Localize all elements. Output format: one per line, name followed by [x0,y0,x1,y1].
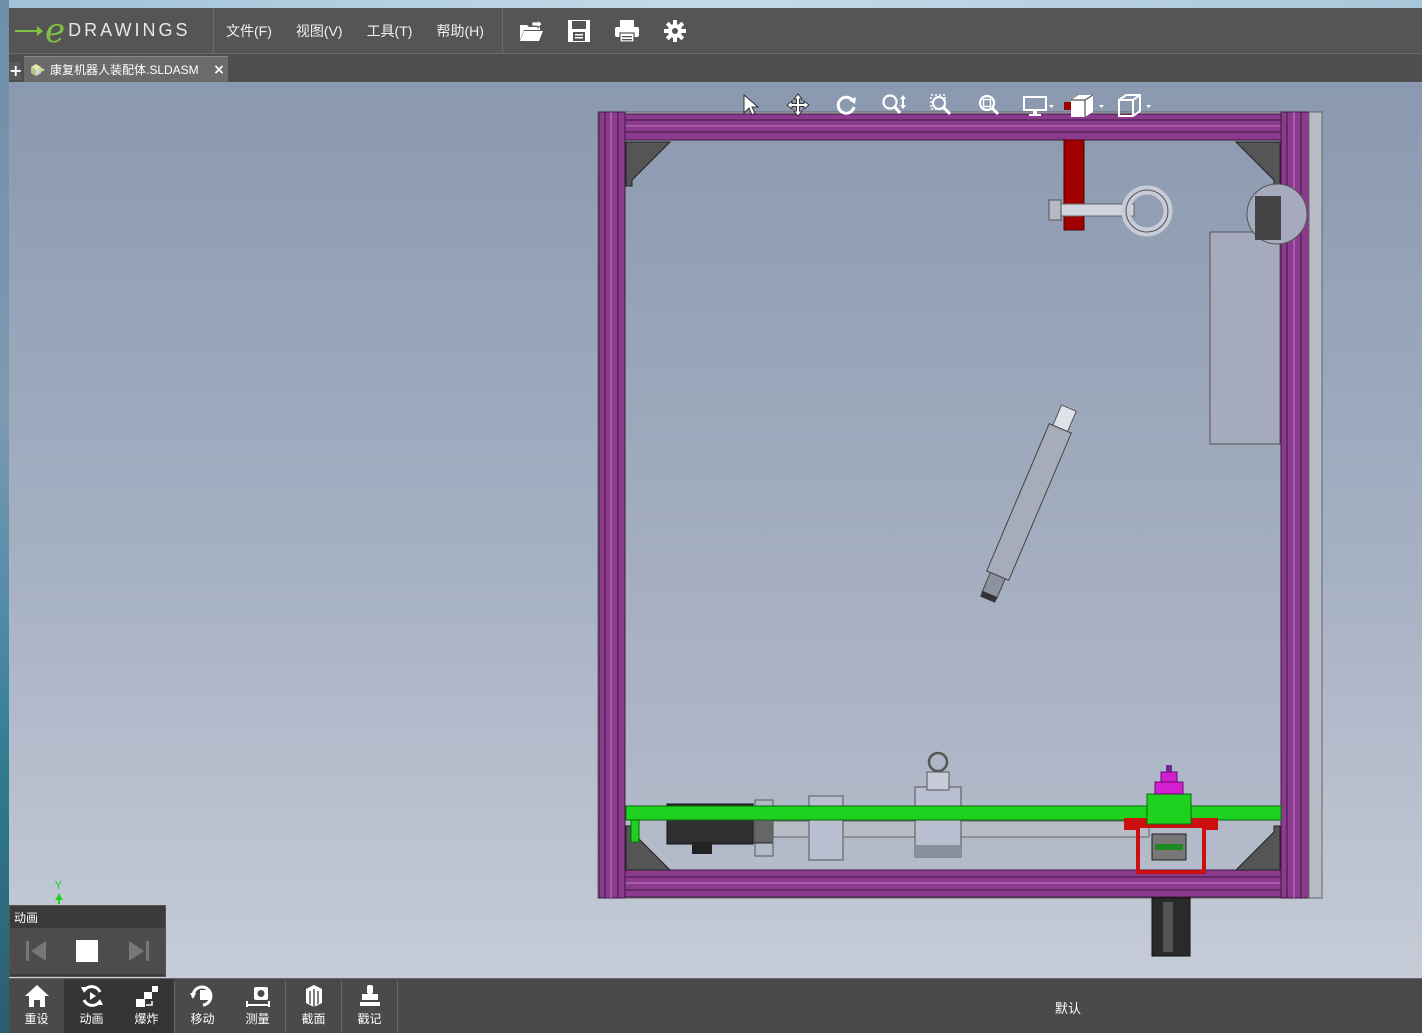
settings-button[interactable] [651,8,699,54]
measure-icon [245,987,270,1007]
stamp-icon [359,985,380,1006]
animate-label: 动画 [79,1012,104,1026]
explode-label: 爆炸 [134,1012,159,1026]
logo-e-letter: e [45,10,66,51]
zoom-to-area-icon [930,94,952,116]
reset-label: 重设 [24,1012,49,1026]
previous-button[interactable] [18,933,54,969]
view-orientation-icon [1071,94,1104,117]
close-tab-icon[interactable]: × [210,62,228,78]
save-button[interactable] [555,8,603,54]
edrawings-logo: e DRAWINGS [9,7,214,54]
move-label: 移动 [190,1012,215,1026]
display-style-button[interactable] [1017,90,1059,120]
menu-bar: 文件(F) 视图(V) 工具(T) 帮助(H) [214,7,503,54]
display-icon [1023,96,1054,116]
document-tab-bar: + 康复机器人装配体.SLDASM × [9,54,1422,82]
configuration-name[interactable]: 默认 [1055,998,1081,1017]
document-tab-label: 康复机器人装配体.SLDASM [50,63,199,77]
desktop-left-strip [0,0,9,1033]
menu-file[interactable]: 文件(F) [214,21,284,41]
graphics-viewport[interactable]: Y [9,82,1422,978]
standard-views-button[interactable] [1113,90,1155,120]
section-label: 截面 [301,1012,326,1026]
section-button[interactable]: 截面 [286,979,341,1033]
pan-button[interactable] [777,90,819,120]
animation-panel-title: 动画 [14,911,39,925]
reset-button[interactable]: 重设 [9,979,64,1033]
assembly-icon [31,63,45,76]
explode-icon [135,986,158,1007]
settings-icon [663,19,686,42]
new-tab-button[interactable]: + [9,62,22,80]
select-button[interactable] [729,90,771,120]
menu-view[interactable]: 视图(V) [284,21,355,41]
select-icon [743,93,760,116]
triad-y-label: Y [55,879,62,892]
zoom-to-fit-button[interactable] [969,90,1011,120]
document-tab[interactable]: 康复机器人装配体.SLDASM × [24,56,228,82]
bottom-toolbar: 重设 动画 爆炸 移动 测量 截面 戳记 默认 [9,978,1422,1033]
explode-button[interactable]: 爆炸 [119,979,174,1033]
move-icon [189,985,212,1007]
stamp-button[interactable]: 戳记 [342,979,397,1033]
toolbar-separator [397,981,398,1033]
open-icon [519,18,543,41]
standard-views-icon [1118,94,1151,117]
bottom-rail [618,869,1288,898]
rotate-icon [836,95,856,115]
zoom-to-area-button[interactable] [921,90,963,120]
measure-button[interactable]: 测量 [230,979,285,1033]
zoom-button[interactable] [873,90,915,120]
move-button[interactable]: 移动 [175,979,230,1033]
title-bar: e DRAWINGS 文件(F) 视图(V) 工具(T) 帮助(H) [9,7,1422,54]
zoom-icon [882,94,906,114]
zoom-to-fit-icon [978,94,1000,116]
print-icon [614,19,639,43]
menu-tools[interactable]: 工具(T) [355,21,425,41]
animation-icon [80,985,103,1007]
animation-controls [10,928,165,974]
animation-panel: 动画 [9,905,166,977]
stop-button[interactable] [69,933,105,969]
stamp-label: 戳记 [357,1012,382,1026]
left-post [598,111,626,899]
view-orientation-button[interactable] [1065,90,1107,120]
pan-icon [786,93,810,117]
section-icon [305,985,322,1007]
home-icon [24,985,49,1007]
main-toolbar [503,8,699,54]
animate-button[interactable]: 动画 [64,979,119,1033]
stop-icon [76,940,99,962]
open-button[interactable] [507,8,555,54]
heads-up-toolbar [729,90,1155,120]
save-icon [567,19,590,42]
next-button[interactable] [121,933,157,969]
measure-label: 测量 [245,1012,270,1026]
rotate-button[interactable] [825,90,867,120]
logo-arrow-icon [15,25,43,36]
menu-help[interactable]: 帮助(H) [424,21,495,41]
print-button[interactable] [603,8,651,54]
logo-text: DRAWINGS [68,20,191,40]
skip-forward-icon [129,941,150,961]
view-triad [55,894,63,904]
cad-model [55,102,1323,957]
skip-back-icon [25,941,46,961]
